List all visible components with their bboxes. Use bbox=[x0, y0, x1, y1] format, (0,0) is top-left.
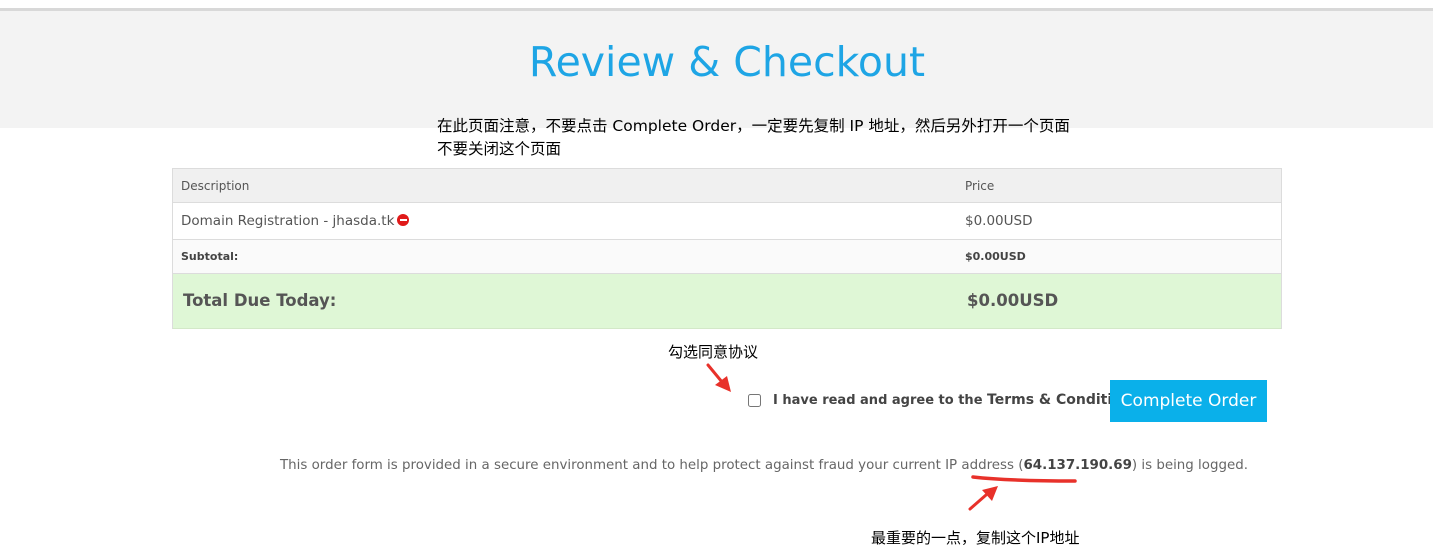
annotation-note: 在此页面注意，不要点击 Complete Order，一定要先复制 IP 地址，… bbox=[437, 115, 1070, 161]
item-description-text: Domain Registration - jhasda.tk bbox=[181, 213, 395, 229]
column-price: Price bbox=[965, 179, 995, 193]
arrow-to-ip-head bbox=[982, 486, 998, 501]
subtotal-value: $0.00USD bbox=[965, 250, 1026, 263]
total-row: Total Due Today: $0.00USD bbox=[173, 274, 1281, 329]
complete-order-button[interactable]: Complete Order bbox=[1110, 380, 1267, 422]
subtotal-row: Subtotal: $0.00USD bbox=[173, 240, 1281, 274]
ip-address: 64.137.190.69 bbox=[1023, 458, 1132, 473]
annotation-ip-hint: 最重要的一点，复制这个IP地址 bbox=[871, 529, 1080, 547]
item-price: $0.00USD bbox=[965, 213, 1033, 229]
table-header: Description Price bbox=[173, 169, 1281, 203]
terms-agree-prefix: I have read and agree to the bbox=[773, 393, 988, 408]
terms-checkbox[interactable] bbox=[748, 394, 761, 407]
annotation-agree-hint: 勾选同意协议 bbox=[668, 343, 759, 361]
remove-circle-icon[interactable] bbox=[397, 214, 410, 226]
subtotal-label: Subtotal: bbox=[181, 250, 239, 263]
order-summary-table: Description Price Domain Registration - … bbox=[172, 168, 1282, 329]
item-description: Domain Registration - jhasda.tk bbox=[181, 213, 410, 229]
page-title: Review & Checkout bbox=[528, 38, 926, 86]
ip-underline bbox=[971, 475, 1077, 483]
annotation-note-line1: 在此页面注意，不要点击 Complete Order，一定要先复制 IP 地址，… bbox=[437, 117, 1070, 135]
annotation-note-line2: 不要关闭这个页面 bbox=[437, 140, 562, 158]
arrow-to-checkbox bbox=[706, 363, 724, 384]
arrow-to-ip bbox=[968, 493, 988, 511]
arrow-to-checkbox-head bbox=[715, 376, 731, 392]
terms-agree-label[interactable]: I have read and agree to the Terms & Con… bbox=[773, 392, 1140, 408]
security-notice-after: ) is being logged. bbox=[1131, 458, 1248, 473]
total-value: $0.00USD bbox=[967, 291, 1059, 310]
column-description: Description bbox=[181, 179, 250, 193]
security-notice-before: This order form is provided in a secure … bbox=[280, 458, 1024, 473]
total-label: Total Due Today: bbox=[183, 291, 337, 310]
table-row: Domain Registration - jhasda.tk $0.00USD bbox=[173, 203, 1281, 240]
security-notice: This order form is provided in a secure … bbox=[280, 458, 1248, 473]
